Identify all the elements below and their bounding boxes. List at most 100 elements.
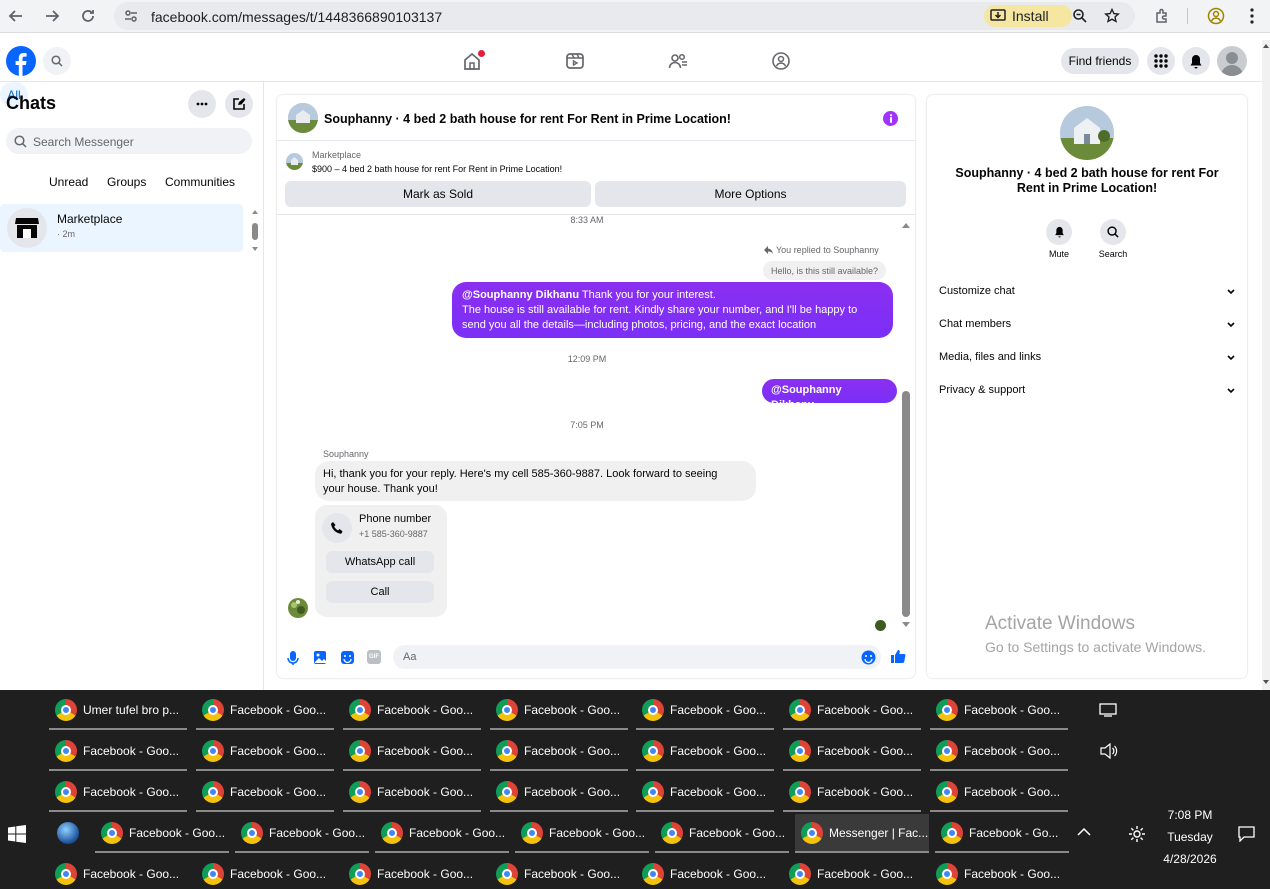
taskbar-window-button[interactable]: Messenger | Fac... [795,814,929,853]
taskbar-window-button[interactable]: Facebook - Goo... [235,814,369,853]
search-messenger-input[interactable]: Search Messenger [6,128,252,154]
taskbar-window-button[interactable]: Facebook - Goo... [196,855,334,889]
photo-icon[interactable] [313,650,327,665]
taskbar-window-button[interactable]: Facebook - Goo... [930,855,1068,889]
chat-title[interactable]: Souphanny · 4 bed 2 bath house for rent … [324,112,731,126]
page-scrollbar[interactable] [1262,40,1270,690]
microphone-icon[interactable] [286,650,300,666]
taskbar-window-button[interactable]: Facebook - Goo... [196,773,334,812]
mute-bell-icon[interactable] [1046,219,1072,245]
scroll-up-icon[interactable] [1262,42,1270,50]
display-tray-icon[interactable] [1099,703,1117,717]
outgoing-message[interactable]: @Souphanny Dikhanu Thank you for your in… [452,282,893,338]
sidebar-scrollbar[interactable] [250,207,260,255]
groups-icon[interactable] [771,51,791,71]
message-input[interactable]: Aa [393,645,881,669]
taskbar-window-button[interactable]: Facebook - Goo... [783,855,921,889]
forward-icon[interactable] [41,5,63,27]
taskbar-window-button[interactable]: Facebook - Goo... [343,691,481,730]
earth-app-icon[interactable] [57,822,79,844]
taskbar-window-button[interactable]: Facebook - Goo... [930,691,1068,730]
taskbar-window-button[interactable]: Facebook - Goo... [783,691,921,730]
taskbar-window-button[interactable]: Facebook - Goo... [343,773,481,812]
profile-icon[interactable] [1205,5,1227,27]
outgoing-mention-message[interactable]: @Souphanny Dikhanu [762,379,897,411]
taskbar-window-button[interactable]: Facebook - Goo... [196,691,334,730]
install-button[interactable]: Install [984,5,1072,27]
taskbar-window-button[interactable]: Facebook - Goo... [783,732,921,771]
taskbar-window-button[interactable]: Facebook - Goo... [636,691,774,730]
fb-search-icon[interactable] [43,47,71,75]
chat-members-row[interactable]: Chat members [939,318,1235,330]
notification-center-icon[interactable] [1238,826,1255,842]
taskbar-window-button[interactable]: Facebook - Goo... [490,732,628,771]
taskbar-window-button[interactable]: Facebook - Goo... [636,855,774,889]
sender-avatar[interactable] [288,598,308,618]
account-avatar[interactable] [1217,46,1247,76]
site-settings-icon[interactable] [123,8,139,24]
taskbar-window-button[interactable]: Facebook - Goo... [636,773,774,812]
back-icon[interactable] [5,5,27,27]
home-icon[interactable] [462,50,485,71]
taskbar-window-button[interactable]: Facebook - Goo... [49,855,187,889]
bookmark-star-icon[interactable] [1104,8,1120,24]
taskbar-window-button[interactable]: Facebook - Goo... [515,814,649,853]
find-friends-button[interactable]: Find friends [1061,48,1139,74]
address-bar[interactable]: facebook.com/messages/t/1448366890103137… [114,2,1135,30]
chat-options-icon[interactable] [188,90,216,118]
emoji-icon[interactable] [861,650,876,665]
taskbar-window-button[interactable]: Facebook - Goo... [95,814,229,853]
taskbar-window-button[interactable]: Facebook - Goo... [490,855,628,889]
taskbar-window-button[interactable]: Facebook - Goo... [490,691,628,730]
quoted-message[interactable]: Hello, is this still available? [763,261,887,280]
details-search-icon[interactable] [1100,219,1126,245]
taskbar-window-button[interactable]: Facebook - Goo... [930,732,1068,771]
taskbar-window-button[interactable]: Facebook - Goo... [343,855,481,889]
call-button[interactable]: Call [326,581,434,603]
conversation-item-marketplace[interactable]: Marketplace · 2m [0,204,243,252]
more-options-button[interactable]: More Options [595,181,906,207]
mark-as-sold-button[interactable]: Mark as Sold [285,181,591,207]
whatsapp-call-button[interactable]: WhatsApp call [326,551,434,573]
filter-unread-tab[interactable]: Unread [49,175,88,189]
gif-icon[interactable]: GIF [367,650,381,664]
taskbar-window-button[interactable]: Facebook - Goo... [636,732,774,771]
zoom-icon[interactable] [1072,8,1088,24]
url-text[interactable]: facebook.com/messages/t/1448366890103137 [151,9,442,25]
media-files-links-row[interactable]: Media, files and links [939,351,1235,363]
taskbar-window-button[interactable]: Facebook - Goo... [783,773,921,812]
facebook-logo-icon[interactable] [6,46,36,76]
incoming-message[interactable]: Hi, thank you for your reply. Here's my … [315,461,756,501]
listing-avatar[interactable] [288,103,318,133]
customize-chat-row[interactable]: Customize chat [939,285,1235,297]
sticker-icon[interactable] [340,650,355,665]
taskbar-window-button[interactable]: Facebook - Goo... [490,773,628,812]
menu-dots-icon[interactable] [1241,5,1263,27]
new-message-icon[interactable] [225,90,253,118]
settings-gear-icon[interactable] [1128,825,1146,843]
scroll-down-icon[interactable] [1262,678,1270,686]
extensions-icon[interactable] [1151,5,1173,27]
show-hidden-icons-chevron[interactable] [1077,827,1091,836]
like-thumb-icon[interactable] [890,648,906,664]
privacy-support-row[interactable]: Privacy & support [939,384,1235,396]
filter-communities-tab[interactable]: Communities [165,175,235,189]
taskbar-window-button[interactable]: Umer tufel bro p... [49,691,187,730]
thread-scrollbar[interactable] [901,219,911,631]
reload-icon[interactable] [77,5,99,27]
info-icon[interactable] [883,111,898,126]
mention[interactable]: @Souphanny Dikhanu [462,289,579,301]
taskbar-window-button[interactable]: Facebook - Goo... [49,773,187,812]
taskbar-window-button[interactable]: Facebook - Goo... [930,773,1068,812]
volume-icon[interactable] [1100,743,1118,759]
taskbar-window-button[interactable]: Facebook - Goo... [655,814,789,853]
taskbar-window-button[interactable]: Facebook - Goo... [343,732,481,771]
notifications-bell-icon[interactable] [1182,47,1210,75]
taskbar-window-button[interactable]: Facebook - Goo... [375,814,509,853]
taskbar-window-button[interactable]: Facebook - Goo... [49,732,187,771]
search-label[interactable]: Search [1091,249,1135,259]
windows-start-icon[interactable] [8,825,26,843]
video-icon[interactable] [565,51,585,71]
mute-label[interactable]: Mute [1037,249,1081,259]
friends-icon[interactable] [668,51,688,71]
